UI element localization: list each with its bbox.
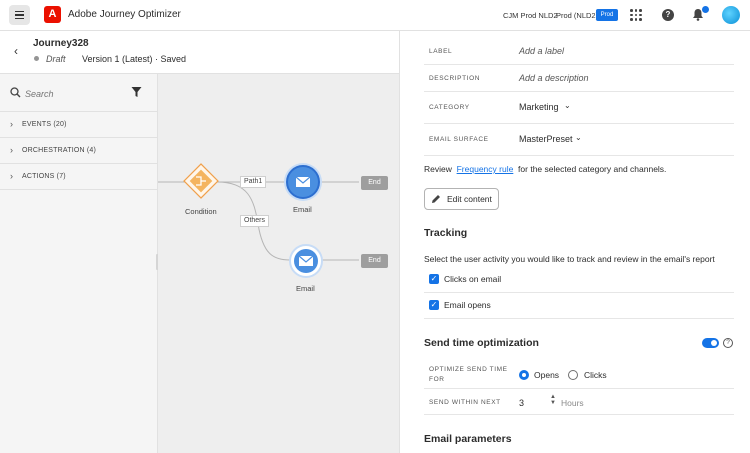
chevron-right-icon: › xyxy=(10,145,13,155)
optimize-label-2: FOR xyxy=(429,376,445,383)
send-within-units: Hours xyxy=(561,398,584,408)
edit-content-button[interactable]: Edit content xyxy=(424,188,499,210)
chevron-right-icon: › xyxy=(10,119,13,129)
category-label: ACTIONS (7) xyxy=(22,173,66,180)
review-suffix: for the selected category and channels. xyxy=(518,164,667,174)
envelope-icon xyxy=(294,249,318,273)
pencil-icon xyxy=(432,195,440,203)
environment-badge: Prod xyxy=(596,9,618,21)
send-within-input[interactable]: 3 xyxy=(519,398,524,408)
chevron-down-icon[interactable]: ⌄ xyxy=(575,133,582,142)
email-parameters-title: Email parameters xyxy=(424,433,512,445)
tracking-helper: Select the user activity you would like … xyxy=(424,254,715,264)
help-icon[interactable]: ? xyxy=(662,9,674,21)
opens-radio[interactable] xyxy=(519,370,529,380)
opens-label: Opens xyxy=(534,370,560,380)
info-icon[interactable]: ? xyxy=(723,338,733,348)
search-input[interactable] xyxy=(25,87,125,101)
apps-grid-icon[interactable] xyxy=(630,9,642,21)
email-surface-field-label: EMAIL SURFACE xyxy=(429,136,489,143)
category-actions[interactable]: › ACTIONS (7) xyxy=(0,164,158,190)
label-input[interactable]: Add a label xyxy=(519,46,564,56)
clicks-radio[interactable] xyxy=(568,370,578,380)
app-title: Adobe Journey Optimizer xyxy=(68,9,181,20)
category-field-label: CATEGORY xyxy=(429,104,470,111)
properties-panel: LABEL Add a label DESCRIPTION Add a desc… xyxy=(399,31,750,453)
user-avatar[interactable] xyxy=(722,6,740,24)
filter-icon[interactable] xyxy=(131,86,142,98)
description-row: DESCRIPTION Add a description xyxy=(424,65,734,92)
category-orchestration[interactable]: › ORCHESTRATION (4) xyxy=(0,138,158,164)
description-input[interactable]: Add a description xyxy=(519,73,589,83)
category-label: EVENTS (20) xyxy=(22,121,67,128)
adobe-logo-icon: A xyxy=(44,6,61,23)
email-node-2-label: Email xyxy=(296,284,315,293)
stepper-arrows-icon[interactable]: ▲ ▼ xyxy=(550,394,556,406)
tracking-title: Tracking xyxy=(424,227,468,239)
email-node-1-label: Email xyxy=(293,205,312,214)
journey-version: Version 1 (Latest) · Saved xyxy=(82,54,187,64)
category-dropdown[interactable]: Marketing xyxy=(519,102,559,112)
journey-name[interactable]: Journey328 xyxy=(33,38,89,49)
top-bar: A Adobe Journey Optimizer CJM Prod NLD2 … xyxy=(0,0,750,31)
edit-content-label: Edit content xyxy=(447,194,492,204)
condition-label: Condition xyxy=(185,207,217,216)
category-row: CATEGORY Marketing ⌄ xyxy=(424,92,734,124)
frequency-review-text: Review Frequency rule for the selected c… xyxy=(424,164,666,174)
description-field-label: DESCRIPTION xyxy=(429,75,481,82)
checkbox-label: Email opens xyxy=(444,300,491,310)
clicks-on-email-option[interactable]: ✓ Clicks on email xyxy=(424,267,734,293)
optimize-label: OPTIMIZE SEND TIME xyxy=(429,366,508,373)
label-field-label: LABEL xyxy=(429,48,453,55)
path1-chip[interactable]: Path1 xyxy=(240,176,267,188)
review-prefix: Review xyxy=(424,164,452,174)
menu-icon[interactable] xyxy=(9,5,30,25)
send-within-label: SEND WITHIN NEXT xyxy=(429,399,501,406)
checkbox-checked-icon[interactable]: ✓ xyxy=(429,300,439,310)
condition-node[interactable] xyxy=(183,163,219,199)
send-time-toggle[interactable] xyxy=(702,338,719,348)
category-label: ORCHESTRATION (4) xyxy=(22,147,97,154)
palette-search xyxy=(0,74,158,112)
frequency-rule-link[interactable]: Frequency rule xyxy=(457,164,514,174)
journey-canvas[interactable]: Condition Path1 Others Email Email End E… xyxy=(158,74,399,453)
label-row: LABEL Add a label xyxy=(424,38,734,65)
others-chip[interactable]: Others xyxy=(240,215,270,227)
chevron-right-icon: › xyxy=(10,171,13,181)
status-dot-icon xyxy=(34,56,39,61)
clicks-label: Clicks xyxy=(584,370,607,380)
optimize-row: OPTIMIZE SEND TIME FOR Opens Clicks xyxy=(424,359,734,389)
notification-badge xyxy=(702,6,709,13)
search-icon xyxy=(10,87,21,98)
send-time-title: Send time optimization xyxy=(424,337,539,349)
journey-header: ‹ Journey328 Draft Version 1 (Latest) · … xyxy=(0,31,399,74)
journey-status: Draft xyxy=(46,54,66,64)
activity-palette: › EVENTS (20) › ORCHESTRATION (4) › ACTI… xyxy=(0,74,158,453)
back-chevron-icon[interactable]: ‹ xyxy=(14,44,18,58)
send-within-row: SEND WITHIN NEXT 3 ▲ ▼ Hours xyxy=(424,389,734,415)
checkbox-label: Clicks on email xyxy=(444,274,502,284)
org-switcher[interactable]: CJM Prod NLD2 xyxy=(503,11,558,20)
end-node-1[interactable]: End xyxy=(361,176,388,190)
email-node-1[interactable] xyxy=(286,165,320,199)
email-surface-row: EMAIL SURFACE MasterPreset ⌄ xyxy=(424,124,734,156)
email-surface-dropdown[interactable]: MasterPreset xyxy=(519,134,573,144)
email-node-2[interactable] xyxy=(289,244,323,278)
envelope-icon xyxy=(295,176,311,187)
chevron-down-icon[interactable]: ⌄ xyxy=(564,101,571,110)
email-opens-option[interactable]: ✓ Email opens xyxy=(424,293,734,319)
end-node-2[interactable]: End xyxy=(361,254,388,268)
category-events[interactable]: › EVENTS (20) xyxy=(0,112,158,138)
checkbox-checked-icon[interactable]: ✓ xyxy=(429,274,439,284)
sandbox-switcher[interactable]: Prod (NLD2) xyxy=(556,11,598,20)
